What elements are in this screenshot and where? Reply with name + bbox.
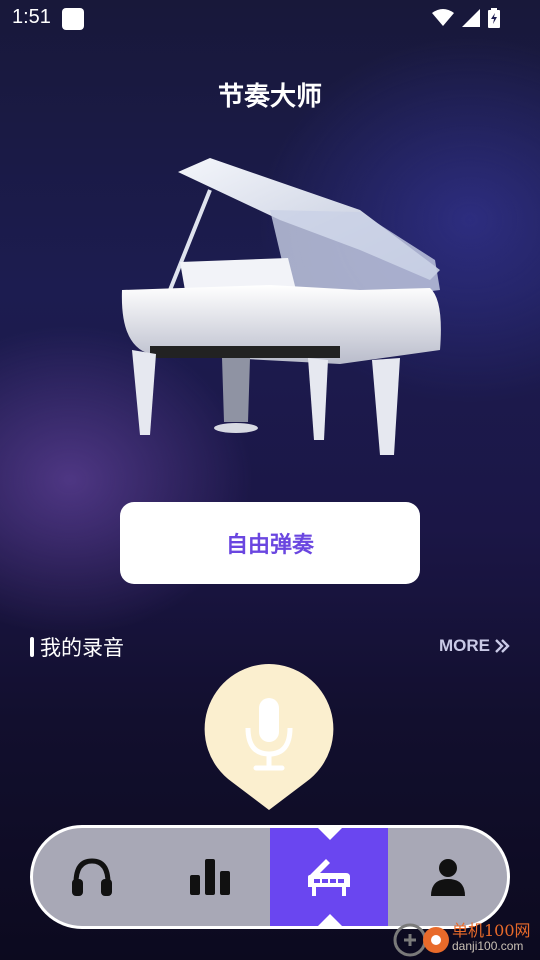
active-tab-bottom-notch [318,914,342,926]
section-accent-bar [30,637,34,657]
headphones-icon [72,858,112,896]
bar-chart-icon [190,859,230,895]
user-icon [431,859,465,896]
watermark: 单机100网 danji100.com [392,916,540,960]
more-link[interactable]: MORE [439,636,510,656]
more-label: MORE [439,636,490,655]
bottom-tab-bar [30,825,510,929]
watermark-url: danji100.com [452,939,524,954]
status-icons [432,8,500,28]
double-chevron-right-icon [495,639,510,653]
watermark-name: 单机100网 [452,921,531,941]
recordings-title: 我的录音 [40,636,124,660]
record-button[interactable] [202,662,336,812]
status-bar: 1:51 [0,0,540,36]
tab-profile[interactable] [389,828,507,926]
status-time: 1:51 [12,6,51,28]
tab-piano[interactable] [270,828,388,926]
wifi-icon [432,9,454,26]
active-tab-top-notch [318,828,342,840]
free-play-button[interactable]: 自由弹奏 [120,502,420,584]
tab-listen[interactable] [33,828,151,926]
recordings-section-header: 我的录音 [30,632,124,662]
grand-piano-image [121,158,441,455]
tab-rankings[interactable] [151,828,269,926]
app-notification-icon [62,8,84,30]
battery-charging-icon [488,8,500,28]
page-title: 节奏大师 [217,82,322,112]
piano-icon [308,859,350,896]
watermark-logo-icon [393,923,449,957]
signal-icon [462,9,480,27]
